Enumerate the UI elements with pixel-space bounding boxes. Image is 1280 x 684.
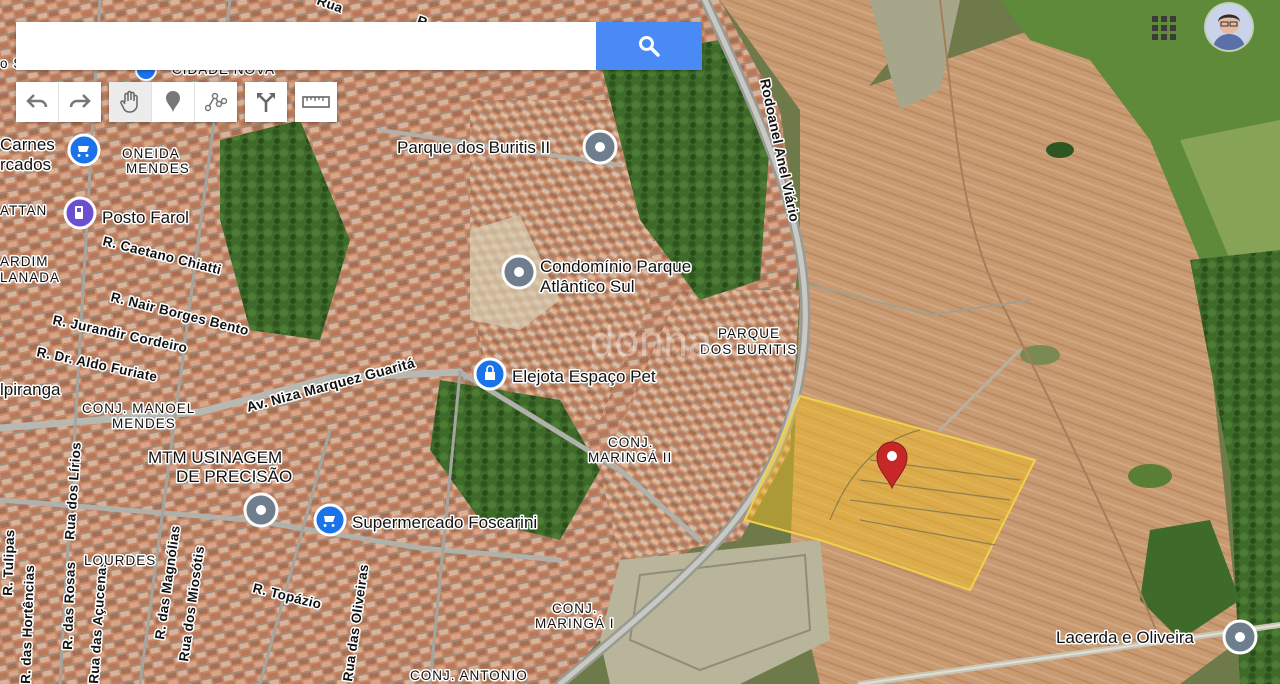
street-label: R. Tulipas (0, 529, 17, 596)
poi-elejota (473, 357, 507, 391)
poi-mtm (243, 492, 279, 528)
area-label: CONJ. (552, 601, 598, 616)
poi-lacerda (1222, 619, 1258, 655)
area-label: ONEIDA (122, 146, 180, 161)
poi-label: MTM USINAGEM (148, 448, 282, 467)
path-button[interactable] (195, 82, 237, 122)
path-icon (205, 92, 227, 112)
search-input[interactable] (16, 22, 596, 70)
poi-label: Parque dos Buritis II (397, 138, 550, 157)
location-pin-icon (887, 451, 897, 461)
drawing-group (109, 82, 237, 122)
hand-icon (120, 90, 138, 113)
poi-supermercado (313, 503, 347, 537)
avatar[interactable] (1206, 4, 1252, 50)
history-group (16, 82, 101, 122)
redo-button[interactable] (59, 82, 101, 122)
poi-condominio (501, 254, 537, 290)
poi-label: Condomínio Parque (540, 257, 691, 276)
area-label: DOS BURITIS (700, 342, 797, 357)
area-label: MARINGÁ II (588, 450, 672, 465)
area-label: MENDES (126, 161, 190, 176)
measure-group (295, 82, 337, 122)
area-label: CONJ. (608, 435, 654, 450)
poi-label: Supermercado Foscarini (352, 513, 537, 532)
placemark-button[interactable] (152, 82, 195, 122)
place-pin-icon (595, 142, 605, 152)
poi-label: lpiranga (0, 380, 61, 399)
poi-label: Posto Farol (102, 208, 189, 227)
poi-label: Lacerda e Oliveira (1056, 628, 1195, 647)
pan-button[interactable] (109, 82, 152, 122)
search-bar (16, 22, 702, 70)
poi-carnes (67, 133, 101, 167)
place-pin-icon (256, 505, 266, 515)
area-label: ATTAN (0, 203, 47, 218)
redo-icon (69, 94, 91, 108)
area-label: LANADA (0, 270, 60, 285)
place-pin-icon (1235, 632, 1245, 642)
directions-group (245, 82, 287, 122)
watermark: donna (590, 317, 713, 366)
place-pin-icon (514, 267, 524, 277)
area-label: ARDIM (0, 254, 49, 269)
area-label: PARQUE (718, 326, 780, 341)
poi-label: Atlântico Sul (540, 277, 635, 296)
fuel-pump-icon (75, 206, 83, 219)
placemark-icon (166, 91, 180, 112)
directions-button[interactable] (245, 82, 287, 122)
undo-button[interactable] (16, 82, 59, 122)
poi-label: Carnes (0, 135, 55, 154)
area-label: MENDES (112, 416, 176, 431)
directions-icon (257, 93, 275, 112)
poi-parque-dos-buritis-ii (582, 129, 618, 165)
undo-icon (26, 94, 48, 108)
shopping-bag-icon (485, 372, 495, 380)
poi-posto-farol (63, 196, 97, 230)
ruler-icon (302, 96, 330, 108)
area-label: MARINGÁ I (535, 616, 615, 631)
apps-grid-icon[interactable] (1152, 16, 1176, 40)
map-toolbar (16, 82, 345, 122)
area-label: LOURDES (84, 553, 156, 568)
street-label: R. das Rosas (60, 561, 78, 650)
search-button[interactable] (596, 22, 702, 70)
area-label: CONJ. MANOEL (82, 401, 195, 416)
ruler-button[interactable] (295, 82, 337, 122)
poi-label: rcados (0, 155, 51, 174)
poi-label: DE PRECISÃO (176, 467, 292, 486)
user-avatar-icon (1206, 4, 1252, 50)
search-icon (639, 36, 660, 57)
area-label: CONJ. ANTONIO (410, 668, 528, 683)
poi-label: Elejota Espaço Pet (512, 367, 656, 386)
